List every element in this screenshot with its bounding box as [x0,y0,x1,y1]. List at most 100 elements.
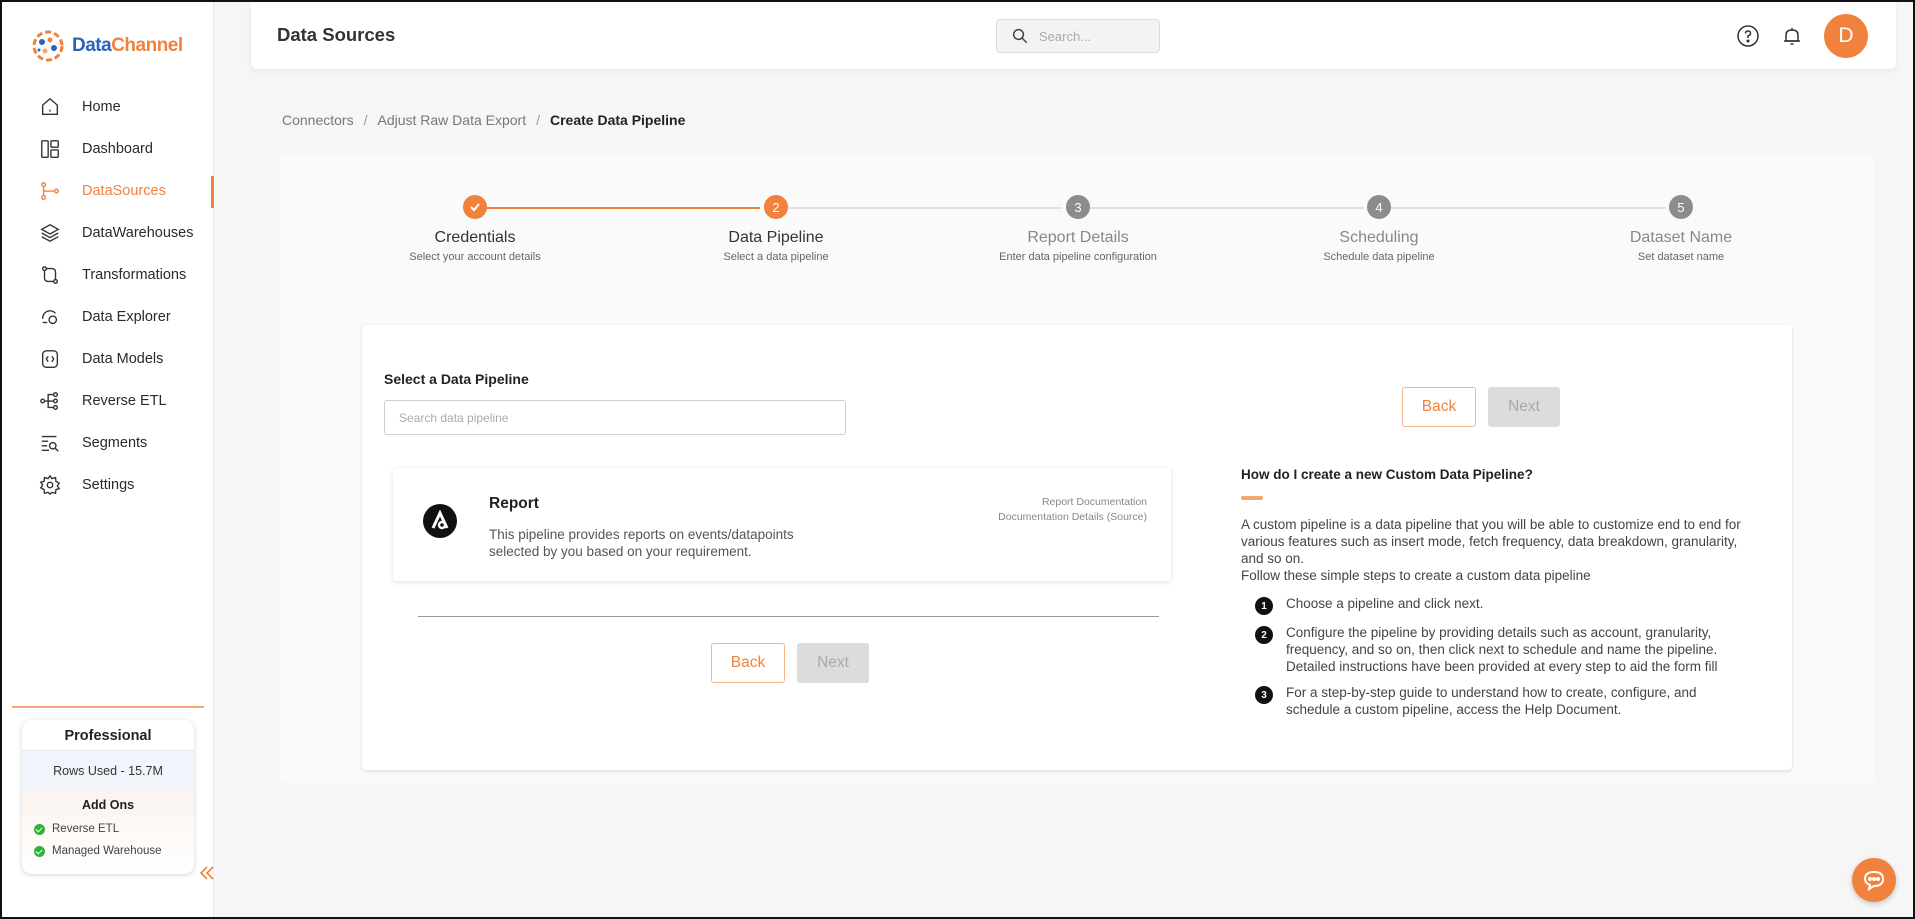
divider [418,616,1159,617]
step-title: Report Details [1027,229,1129,246]
breadcrumb: Connectors / Adjust Raw Data Export / Cr… [282,112,685,128]
next-button-top[interactable]: Next [1488,387,1560,427]
datachannel-logo-icon [32,30,64,62]
brand-logo[interactable]: DataChannel [30,26,183,66]
breadcrumb-separator: / [536,112,540,128]
rows-used: Rows Used - 15.7M [22,750,194,790]
pipeline-search-input[interactable]: Search data pipeline [384,400,846,435]
main-panel: Credentials Select your account details … [280,155,1874,783]
reverse-etl-icon [38,389,62,413]
help-step: 1 Choose a pipeline and click next. [1255,595,1725,615]
sidebar-item-home[interactable]: Home [2,86,214,128]
addon-item: Reverse ETL [22,818,194,840]
search-placeholder: Search... [1039,28,1092,44]
pipeline-links: Report Documentation Documentation Detai… [998,495,1147,525]
sidebar-item-datawarehouses[interactable]: DataWarehouses [2,212,214,254]
step-subtitle: Schedule data pipeline [1323,251,1435,263]
sidebar-item-label: DataSources [82,183,166,199]
step-report-details[interactable]: 3 Report Details Enter data pipeline con… [958,195,1198,263]
collapse-sidebar-icon[interactable] [198,864,216,887]
sidebar-item-reverse-etl[interactable]: Reverse ETL [2,380,214,422]
pipeline-option-report[interactable]: Report This pipeline provides reports on… [393,468,1171,581]
bell-icon[interactable] [1780,24,1804,48]
sidebar-item-label: Data Explorer [82,309,171,325]
sidebar-item-label: DataWarehouses [82,225,194,241]
help-accent-bar [1241,496,1263,500]
gear-icon [38,473,62,497]
breadcrumb-connectors[interactable]: Connectors [282,112,354,128]
sidebar-item-settings[interactable]: Settings [2,464,214,506]
segments-icon [38,431,62,455]
step-title: Credentials [434,229,516,246]
step-number: 4 [1367,195,1391,219]
step-title: Scheduling [1339,229,1419,246]
sidebar-nav: Home Dashboard DataSources DataWarehouse… [2,86,214,506]
adjust-logo-icon [423,504,457,538]
transform-icon [38,263,62,287]
sidebar-item-label: Transformations [82,267,187,283]
plan-divider [12,706,204,708]
sidebar-item-label: Home [82,99,121,115]
data-models-icon [38,347,62,371]
breadcrumb-separator: / [363,112,368,128]
sidebar-item-label: Data Models [82,351,164,367]
step-data-pipeline[interactable]: 2 Data Pipeline Select a data pipeline [656,195,896,263]
step-subtitle: Set dataset name [1637,251,1725,263]
check-circle-icon [34,845,45,857]
avatar[interactable]: D [1824,14,1868,58]
step-number: 3 [1066,195,1090,219]
step-dataset-name[interactable]: 5 Dataset Name Set dataset name [1561,195,1801,263]
sidebar-item-label: Dashboard [82,141,153,157]
page-title: Data Sources [277,24,396,45]
help-title: How do I create a new Custom Data Pipeli… [1241,467,1533,482]
help-icon[interactable] [1736,24,1760,48]
sidebar-item-transformations[interactable]: Transformations [2,254,214,296]
plan-name: Professional [64,728,152,744]
back-button[interactable]: Back [711,643,785,683]
sidebar-item-label: Segments [82,435,148,451]
sidebar-item-dashboard[interactable]: Dashboard [2,128,214,170]
dashboard-icon [38,137,62,161]
addons-section: Add Ons Reverse ETL Managed Warehouse [22,790,194,874]
sidebar-item-label: Settings [82,477,135,493]
addon-item: Managed Warehouse [22,840,194,862]
breadcrumb-current: Create Data Pipeline [550,112,686,128]
search-input[interactable]: Search... [996,19,1160,53]
sidebar-item-segments[interactable]: Segments [2,422,214,464]
checkmark-icon [463,195,487,219]
sidebar-item-data-explorer[interactable]: Data Explorer [2,296,214,338]
help-step: 3 For a step-by-step guide to understand… [1255,684,1725,718]
step-title: Dataset Name [1629,229,1733,246]
explorer-icon [38,305,62,329]
documentation-details-link[interactable]: Documentation Details (Source) [998,510,1147,525]
step-credentials[interactable]: Credentials Select your account details [355,195,595,263]
help-step: 2 Configure the pipeline by providing de… [1255,624,1725,675]
step-title: Data Pipeline [728,229,824,246]
step-scheduling[interactable]: 4 Scheduling Schedule data pipeline [1259,195,1499,263]
datasources-icon [38,179,62,203]
step-subtitle: Select your account details [409,251,541,263]
progress-stepper: Credentials Select your account details … [280,155,1874,285]
brand-name: DataChannel [72,35,183,56]
sidebar-item-datasources[interactable]: DataSources [2,170,214,212]
chat-bubble-icon [1863,870,1885,892]
help-intro: A custom pipeline is a data pipeline tha… [1241,517,1741,583]
sidebar-item-data-models[interactable]: Data Models [2,338,214,380]
home-icon [38,95,62,119]
back-button-top[interactable]: Back [1402,387,1476,427]
step-number-badge: 1 [1255,597,1273,615]
help-steps: 1 Choose a pipeline and click next. 2 Co… [1255,595,1725,727]
search-icon [1012,28,1028,44]
sidebar: DataChannel Home Dashboard DataSources D… [2,2,214,917]
top-header: Data Sources Search... D [251,2,1896,69]
database-stack-icon [38,221,62,245]
next-button[interactable]: Next [797,643,869,683]
chat-support-button[interactable] [1852,858,1896,902]
step-subtitle: Select a data pipeline [723,251,829,263]
addons-title: Add Ons [81,798,135,812]
plan-card: Professional Rows Used - 15.7M Add Ons R… [22,720,194,874]
step-number-badge: 2 [1255,626,1273,644]
report-documentation-link[interactable]: Report Documentation [998,495,1147,510]
pipeline-card-container: Select a Data Pipeline Search data pipel… [362,325,1792,770]
breadcrumb-adjust-raw-data-export[interactable]: Adjust Raw Data Export [377,112,526,128]
